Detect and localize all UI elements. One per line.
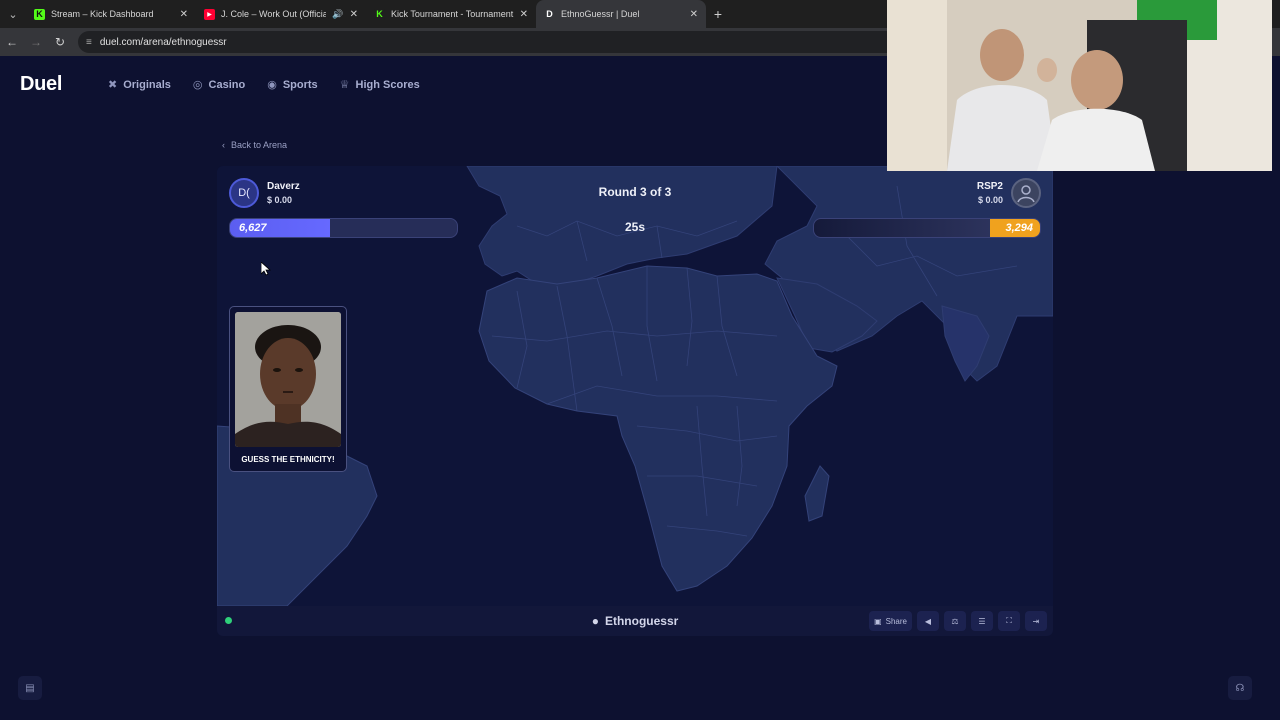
main-nav: ✖ Originals ◎ Casino ◉ Sports ♕ High Sco… (108, 78, 420, 92)
card-caption: GUESS THE ETHNICITY! (241, 455, 335, 464)
url-text: duel.com/arena/ethnoguessr (99, 36, 227, 48)
close-tab-icon[interactable]: ✕ (520, 9, 528, 20)
scale-icon: ⚖ (951, 616, 959, 626)
nav-originals[interactable]: ✖ Originals (108, 78, 171, 92)
brand-logo[interactable]: Duel (20, 73, 62, 96)
book-icon: ☰ (978, 616, 986, 626)
new-tab-icon[interactable]: + (706, 6, 730, 22)
sound-button[interactable]: ◀ (917, 611, 939, 631)
browser-tab-3[interactable]: D EthnoGuessr | Duel ✕ (536, 0, 706, 28)
fullscreen-button[interactable]: ⛶ (998, 611, 1020, 631)
chevron-left-icon: ‹ (222, 140, 225, 150)
portrait-photo (235, 312, 341, 447)
exit-button[interactable]: ⇥ (1025, 611, 1047, 631)
webcam-overlay (887, 0, 1272, 171)
tab-search-chevron-icon[interactable]: ⌄ (0, 0, 26, 28)
round-timer: 25s (624, 220, 646, 234)
site-info-icon[interactable]: ≡ (86, 37, 92, 48)
kick-icon: K (34, 8, 45, 20)
reload-icon[interactable]: ↻ (48, 28, 72, 56)
share-button[interactable]: ▣ Share (869, 611, 912, 631)
close-tab-icon[interactable]: ✕ (350, 9, 358, 20)
mouse-cursor-icon (261, 262, 271, 276)
browser-tab-1[interactable]: ▶ J. Cole – Work Out (Official 🔊 ✕ (196, 0, 366, 28)
fairness-button[interactable]: ⚖ (944, 611, 966, 631)
browser-tab-2[interactable]: K Kick Tournament - Tournament ✕ (366, 0, 536, 28)
close-tab-icon[interactable]: ✕ (690, 9, 698, 20)
pin-icon: ● (591, 614, 599, 628)
kick-icon: K (374, 8, 385, 20)
close-tab-icon[interactable]: ✕ (180, 9, 188, 20)
nav-high-scores[interactable]: ♕ High Scores (339, 78, 420, 92)
share-icon: ▣ (874, 616, 882, 626)
game-footer: ● Ethnoguessr ▣ Share ◀ ⚖ ☰ ⛶ ⇥ (217, 606, 1053, 636)
nav-casino[interactable]: ◎ Casino (192, 78, 245, 92)
portrait-card: GUESS THE ETHNICITY! (229, 306, 347, 472)
duel-icon: D (546, 9, 553, 19)
chat-button[interactable]: ▤ (18, 676, 42, 700)
sports-icon: ◉ (267, 79, 277, 91)
back-arrow-icon[interactable]: ← (0, 28, 24, 56)
game-panel: D( Daverz $ 0.00 RSP2 $ 0.00 6,627 3,294… (217, 166, 1053, 636)
exit-icon: ⇥ (1032, 616, 1040, 626)
originals-icon: ✖ (108, 79, 118, 91)
audio-playing-icon[interactable]: 🔊 (332, 9, 343, 20)
back-to-arena-link[interactable]: ‹ Back to Arena (222, 140, 287, 150)
youtube-icon: ▶ (204, 8, 215, 20)
fullscreen-icon: ⛶ (1006, 616, 1012, 625)
round-indicator: Round 3 of 3 (598, 185, 672, 199)
forward-arrow-icon[interactable]: → (24, 28, 48, 56)
chat-icon: ▤ (25, 682, 35, 694)
browser-tab-0[interactable]: K Stream – Kick Dashboard ✕ (26, 0, 196, 28)
trophy-icon: ♕ (339, 79, 350, 91)
rules-button[interactable]: ☰ (971, 611, 993, 631)
speaker-icon: ◀ (924, 616, 932, 626)
support-button[interactable]: ☊ (1228, 676, 1252, 700)
nav-sports[interactable]: ◉ Sports (267, 78, 317, 92)
casino-icon: ◎ (192, 79, 203, 91)
game-toolbar: ▣ Share ◀ ⚖ ☰ ⛶ ⇥ (869, 611, 1047, 631)
headset-icon: ☊ (1235, 682, 1245, 694)
